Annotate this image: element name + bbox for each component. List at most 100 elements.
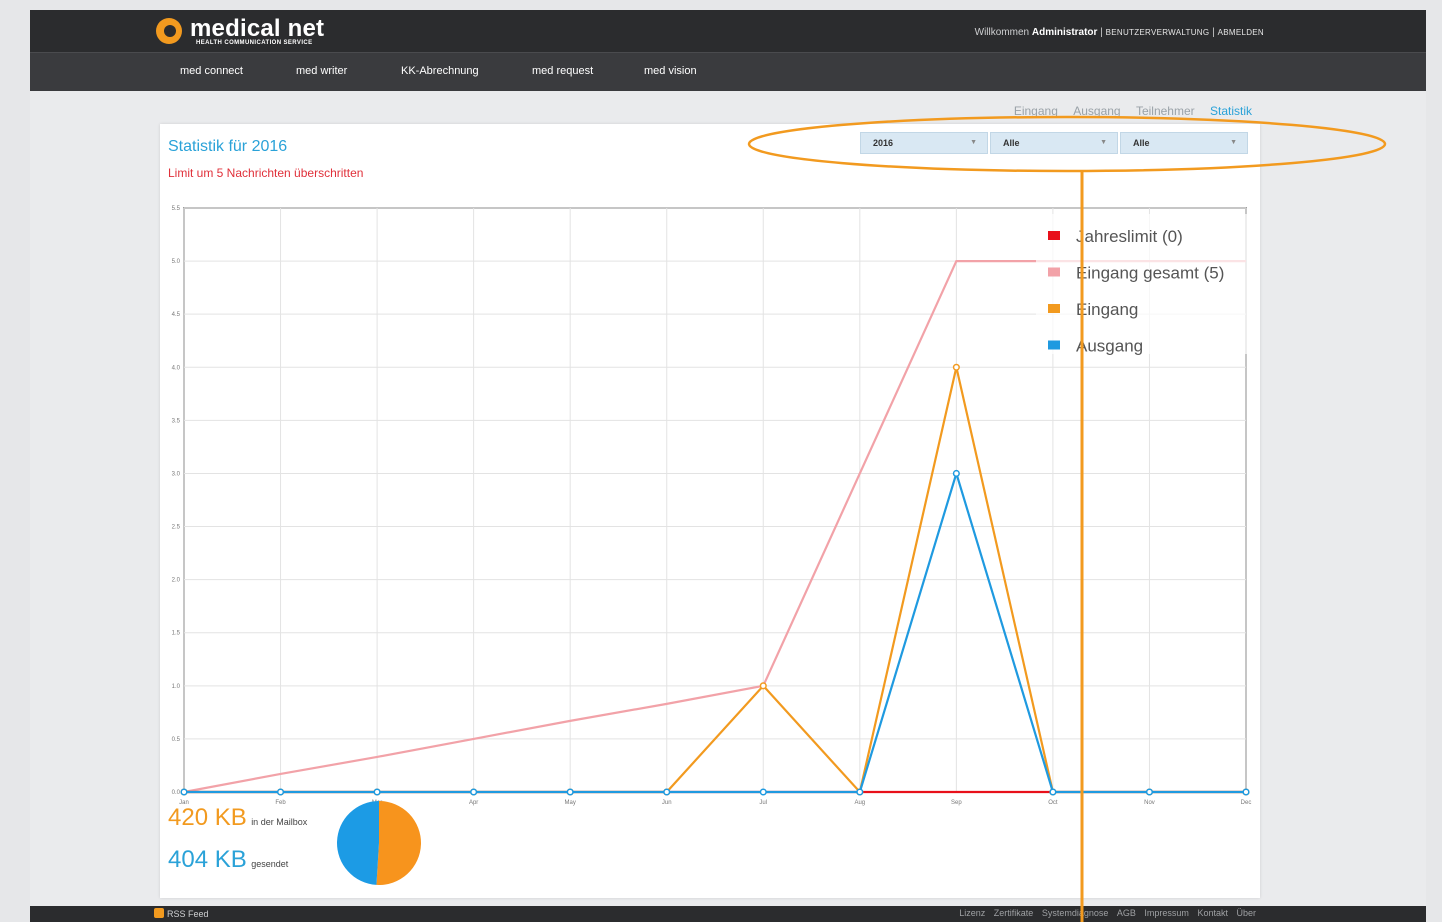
filter-select-2-value: Alle (1133, 138, 1150, 148)
tab-eingang[interactable]: Eingang (1014, 104, 1058, 118)
x-tick-label: Sep (951, 800, 962, 806)
data-point (759, 788, 767, 796)
y-tick-label: 0.0 (172, 790, 181, 796)
medical-net-logo-icon[interactable] (156, 18, 182, 44)
data-point (759, 682, 767, 690)
rss-feed-link[interactable]: RSS Feed (154, 908, 209, 919)
data-point (1242, 788, 1250, 796)
storage-pie-chart (336, 801, 421, 885)
user-name: Administrator (1031, 27, 1098, 38)
chevron-down-icon: ▼ (1100, 139, 1107, 146)
footer-link-kontakt[interactable]: Kontakt (1197, 908, 1228, 918)
legend-label: Ausgang (1076, 337, 1143, 356)
x-tick-label: Nov (1144, 800, 1155, 806)
footer-link-impressum[interactable]: Impressum (1144, 908, 1189, 918)
user-management-link[interactable]: BENUTZERVERWALTUNG (1106, 28, 1210, 37)
nav-item-med-vision[interactable]: med vision (644, 65, 697, 77)
chevron-down-icon: ▼ (970, 139, 977, 146)
y-tick-label: 0.5 (172, 737, 181, 743)
filter-select-2[interactable]: Alle ▼ (1120, 132, 1248, 154)
statistics-panel: Statistik für 2016 Limit um 5 Nachrichte… (160, 124, 1260, 898)
x-tick-label: Oct (1048, 800, 1058, 806)
y-tick-label: 3.0 (172, 471, 181, 477)
footer-link-systemdiagnose[interactable]: Systemdiagnose (1042, 908, 1109, 918)
logout-link[interactable]: ABMELDEN (1218, 28, 1264, 37)
pie-slice (376, 801, 421, 885)
data-point (566, 788, 574, 796)
limit-warning: Limit um 5 Nachrichten überschritten (168, 166, 364, 180)
subtab-bar: Eingang Ausgang Teilnehmer Statistik (1002, 104, 1252, 118)
legend-label: Eingang (1076, 300, 1138, 319)
footer-links: Lizenz Zertifikate Systemdiagnose AGB Im… (953, 908, 1256, 918)
footer: RSS Feed Lizenz Zertifikate Systemdiagno… (30, 906, 1426, 922)
filter-select-1[interactable]: Alle ▼ (990, 132, 1118, 154)
data-point (276, 788, 285, 796)
y-tick-label: 3.5 (172, 418, 181, 424)
data-point (1145, 788, 1154, 796)
data-point (952, 469, 960, 478)
x-tick-label: Jul (759, 800, 767, 806)
x-tick-label: Dec (1241, 800, 1252, 806)
mailbox-size-value: 420 KB (168, 804, 247, 831)
data-point (952, 363, 960, 371)
footer-link-agb[interactable]: AGB (1117, 908, 1136, 918)
logo-subtitle: HEALTH COMMUNICATION SERVICE (196, 40, 313, 46)
tab-ausgang[interactable]: Ausgang (1073, 104, 1120, 118)
rss-icon (154, 908, 164, 918)
mailbox-size-label: in der Mailbox (251, 817, 308, 827)
sent-size-value: 404 KB (168, 846, 247, 873)
legend-label: Jahreslimit (0) (1076, 227, 1183, 246)
y-tick-label: 5.0 (172, 259, 181, 265)
legend-swatch (1048, 267, 1060, 277)
data-point (373, 788, 381, 796)
logo-name[interactable]: medical net (190, 15, 324, 43)
legend-swatch (1048, 231, 1060, 240)
sent-size: 404 KB gesendet (168, 846, 288, 874)
legend-label: Eingang gesamt (5) (1076, 264, 1224, 283)
nav-item-med-writer[interactable]: med writer (296, 65, 347, 77)
footer-link-ueber[interactable]: Über (1236, 908, 1256, 918)
separator: | (1212, 27, 1215, 38)
rss-label: RSS Feed (167, 909, 209, 919)
x-tick-label: Jun (662, 800, 672, 806)
user-bar: Willkommen Administrator | BENUTZERVERWA… (975, 27, 1264, 38)
filter-bar: 2016 ▼ Alle ▼ Alle ▼ (860, 132, 1250, 154)
filter-select-1-value: Alle (1003, 138, 1020, 148)
data-point (856, 788, 864, 796)
y-tick-label: 4.0 (172, 365, 181, 371)
y-tick-label: 2.0 (172, 578, 181, 584)
y-tick-label: 5.5 (172, 206, 181, 212)
x-tick-label: Apr (469, 800, 478, 806)
y-tick-label: 1.5 (172, 631, 181, 637)
data-point (663, 788, 671, 796)
legend-swatch (1048, 340, 1060, 350)
data-point (1049, 788, 1057, 796)
nav-item-med-request[interactable]: med request (532, 65, 593, 77)
year-select[interactable]: 2016 ▼ (860, 132, 988, 154)
nav-item-kk-abrechnung[interactable]: KK-Abrechnung (401, 65, 479, 77)
tab-statistik[interactable]: Statistik (1210, 104, 1252, 118)
welcome-text: Willkommen (974, 27, 1030, 38)
x-tick-label: Aug (854, 800, 865, 806)
top-bar: medical net HEALTH COMMUNICATION SERVICE… (30, 10, 1426, 52)
separator: | (1100, 27, 1103, 38)
data-point (180, 788, 188, 796)
statistics-chart: 0.00.51.01.52.02.53.03.54.04.55.05.5Jan F… (172, 206, 1252, 806)
chevron-down-icon: ▼ (1230, 139, 1237, 146)
app-window: medical net HEALTH COMMUNICATION SERVICE… (30, 10, 1426, 922)
legend-swatch (1048, 304, 1060, 313)
year-select-value: 2016 (873, 138, 894, 148)
mailbox-size: 420 KB in der Mailbox (168, 804, 307, 832)
pie-slice (336, 801, 379, 885)
data-point (470, 788, 478, 796)
footer-link-zertifikate[interactable]: Zertifikate (994, 908, 1034, 918)
y-tick-label: 2.5 (172, 525, 181, 531)
sent-size-label: gesendet (251, 859, 289, 869)
y-tick-label: 4.5 (172, 312, 181, 318)
x-tick-label: May (565, 800, 576, 806)
tab-teilnehmer[interactable]: Teilnehmer (1136, 104, 1195, 118)
nav-item-med-connect[interactable]: med connect (180, 65, 243, 77)
footer-link-lizenz[interactable]: Lizenz (959, 908, 985, 918)
page-title: Statistik für 2016 (168, 138, 288, 155)
y-tick-label: 1.0 (172, 684, 181, 690)
